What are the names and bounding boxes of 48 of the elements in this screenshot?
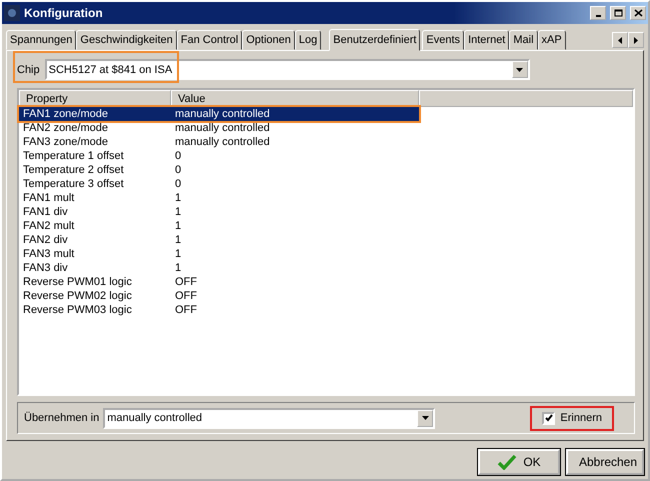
tab[interactable]: Spannungen [6,30,76,50]
list-row[interactable]: Reverse PWM02 logic OFF [19,289,419,303]
checkbox[interactable] [542,412,556,424]
scroll-right-button[interactable] [628,32,644,48]
apply-label: Übernehmen in [24,412,100,424]
remember-checkbox[interactable]: Erinnern [530,406,614,430]
window-title: Konfiguration [24,6,104,20]
tab[interactable]: Geschwindigkeiten [76,30,177,50]
list-row[interactable]: Temperature 1 offset 0 [19,149,419,163]
checkmark-icon [497,454,518,470]
list-row[interactable]: FAN1 div 1 [19,205,419,219]
minimize-button[interactable] [590,6,606,20]
list-row[interactable]: Temperature 3 offset 0 [19,177,419,191]
list-row[interactable]: Temperature 2 offset 0 [19,163,419,177]
maximize-button[interactable] [610,6,626,20]
list-row[interactable]: FAN2 mult 1 [19,219,419,233]
maximize-icon [614,9,622,17]
caret-icon [512,61,528,78]
list-row[interactable]: FAN3 div 1 [19,261,419,275]
app-icon [4,5,20,21]
chip-label: Chip [17,64,40,76]
tab[interactable]: Optionen [242,30,295,50]
close-button[interactable] [630,6,646,20]
cancel-button[interactable]: Abbrechen [566,449,644,475]
tab[interactable]: Fan Control [176,30,242,50]
list-row[interactable]: Reverse PWM03 logic OFF [19,303,419,317]
list-row[interactable]: FAN3 mult 1 [19,247,419,261]
caret-icon [417,410,434,426]
right-arrow-icon [634,36,638,44]
ok-button[interactable]: OK [478,449,560,475]
tab[interactable]: Mail [509,30,538,50]
list-row[interactable]: FAN1 mult 1 [19,191,419,205]
list-row[interactable]: FAN1 zone/mode manually controlled [19,107,419,121]
list-row[interactable]: FAN2 div 1 [19,233,419,247]
list-row[interactable]: Reverse PWM01 logic OFF [19,275,419,289]
scroll-left-button[interactable] [612,32,628,48]
tab[interactable]: Events [422,30,464,50]
chip-dropdown[interactable]: SCH5127 at $841 on ISA [44,59,530,80]
checkbox-label: Erinnern [560,412,602,424]
tab[interactable]: Benutzerdefiniert [329,29,420,51]
tab[interactable]: Log [294,30,322,50]
list-row[interactable]: FAN3 zone/mode manually controlled [19,135,419,149]
close-icon [634,9,642,17]
list-row[interactable]: FAN2 zone/mode manually controlled [19,121,419,135]
left-arrow-icon [618,36,622,44]
tab[interactable]: xAP [538,30,566,50]
tab[interactable]: Internet [464,30,510,50]
apply-dropdown[interactable]: manually controlled [103,408,436,428]
